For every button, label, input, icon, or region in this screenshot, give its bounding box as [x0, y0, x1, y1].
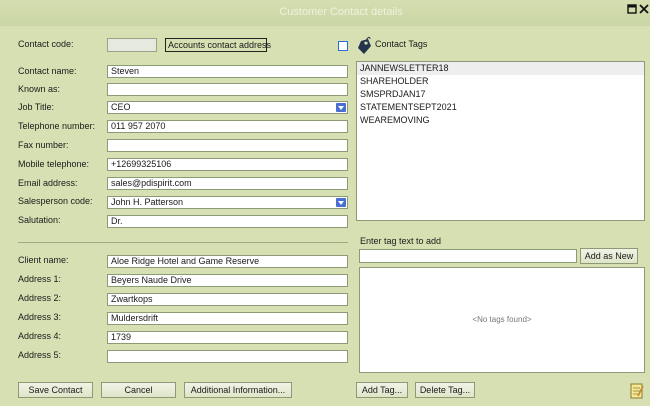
cancel-button[interactable]: Cancel — [101, 382, 176, 398]
delete-tag-button[interactable]: Delete Tag... — [415, 382, 475, 398]
mobile-input[interactable]: +12699325106 — [107, 158, 348, 171]
address2-label: Address 2: — [18, 293, 62, 303]
fax-input[interactable] — [107, 139, 348, 152]
salutation-input[interactable]: Dr. — [107, 215, 348, 228]
email-label: Email address: — [18, 178, 78, 188]
client-name-input[interactable]: Aloe Ridge Hotel and Game Reserve — [107, 255, 348, 268]
address1-input[interactable]: Beyers Naude Drive — [107, 274, 348, 287]
salesperson-label: Salesperson code: — [18, 196, 93, 206]
address4-input[interactable]: 1739 — [107, 331, 348, 344]
section-divider — [18, 242, 348, 243]
chevron-down-icon[interactable] — [336, 198, 346, 207]
fax-label: Fax number: — [18, 140, 69, 150]
accounts-contact-address-button[interactable]: Accounts contact address — [165, 38, 271, 52]
contact-code-label: Contact code: — [18, 39, 74, 49]
tag-list-item[interactable]: JANNEWSLETTER18 — [357, 62, 644, 75]
tag-icon — [355, 34, 373, 56]
available-tags-list[interactable]: <No tags found> — [359, 267, 645, 373]
chevron-down-icon[interactable] — [336, 103, 346, 112]
add-tag-button[interactable]: Add Tag... — [356, 382, 408, 398]
mobile-label: Mobile telephone: — [18, 159, 90, 169]
contact-tags-label: Contact Tags — [375, 39, 428, 49]
notes-icon[interactable] — [629, 382, 645, 400]
address3-label: Address 3: — [18, 312, 62, 322]
contact-name-label: Contact name: — [18, 66, 77, 76]
window-title: Customer Contact details — [279, 6, 403, 18]
address5-label: Address 5: — [18, 350, 62, 360]
telephone-input[interactable]: 011 957 2070 — [107, 120, 348, 133]
salutation-label: Salutation: — [18, 215, 61, 225]
contact-tags-checkbox[interactable] — [338, 41, 348, 51]
known-as-label: Known as: — [18, 84, 61, 94]
tag-list-item[interactable]: SMSPRDJAN17 — [357, 88, 644, 101]
job-title-value: CEO — [111, 102, 131, 112]
address4-label: Address 4: — [18, 331, 62, 341]
additional-information-button[interactable]: Additional Information... — [184, 382, 292, 398]
telephone-label: Telephone number: — [18, 121, 96, 131]
email-input[interactable]: sales@pdispirit.com — [107, 177, 348, 190]
address5-input[interactable] — [107, 350, 348, 363]
tag-list-item[interactable]: STATEMENTSEPT2021 — [357, 101, 644, 114]
client-name-label: Client name: — [18, 255, 69, 265]
salesperson-select[interactable]: John H. Patterson — [107, 196, 348, 209]
salesperson-value: John H. Patterson — [111, 197, 184, 207]
job-title-select[interactable]: CEO — [107, 101, 348, 114]
tag-list-item[interactable]: WEAREMOVING — [357, 114, 644, 127]
save-contact-button[interactable]: Save Contact — [18, 382, 93, 398]
tag-entry-label: Enter tag text to add — [360, 236, 442, 246]
known-as-input[interactable] — [107, 83, 348, 96]
tag-list-item[interactable]: SHAREHOLDER — [357, 75, 644, 88]
close-icon[interactable] — [638, 4, 650, 16]
address2-input[interactable]: Zwartkops — [107, 293, 348, 306]
add-as-new-button[interactable]: Add as New — [580, 248, 638, 264]
job-title-label: Job Title: — [18, 102, 55, 112]
contact-code-field[interactable] — [107, 38, 157, 52]
contact-tags-list[interactable]: JANNEWSLETTER18 SHAREHOLDER SMSPRDJAN17 … — [356, 61, 645, 221]
address3-input[interactable]: Muldersdrift — [107, 312, 348, 325]
maximize-icon[interactable] — [626, 4, 638, 16]
address1-label: Address 1: — [18, 274, 62, 284]
tag-entry-input[interactable] — [359, 249, 577, 263]
contact-name-input[interactable]: Steven — [107, 65, 348, 78]
